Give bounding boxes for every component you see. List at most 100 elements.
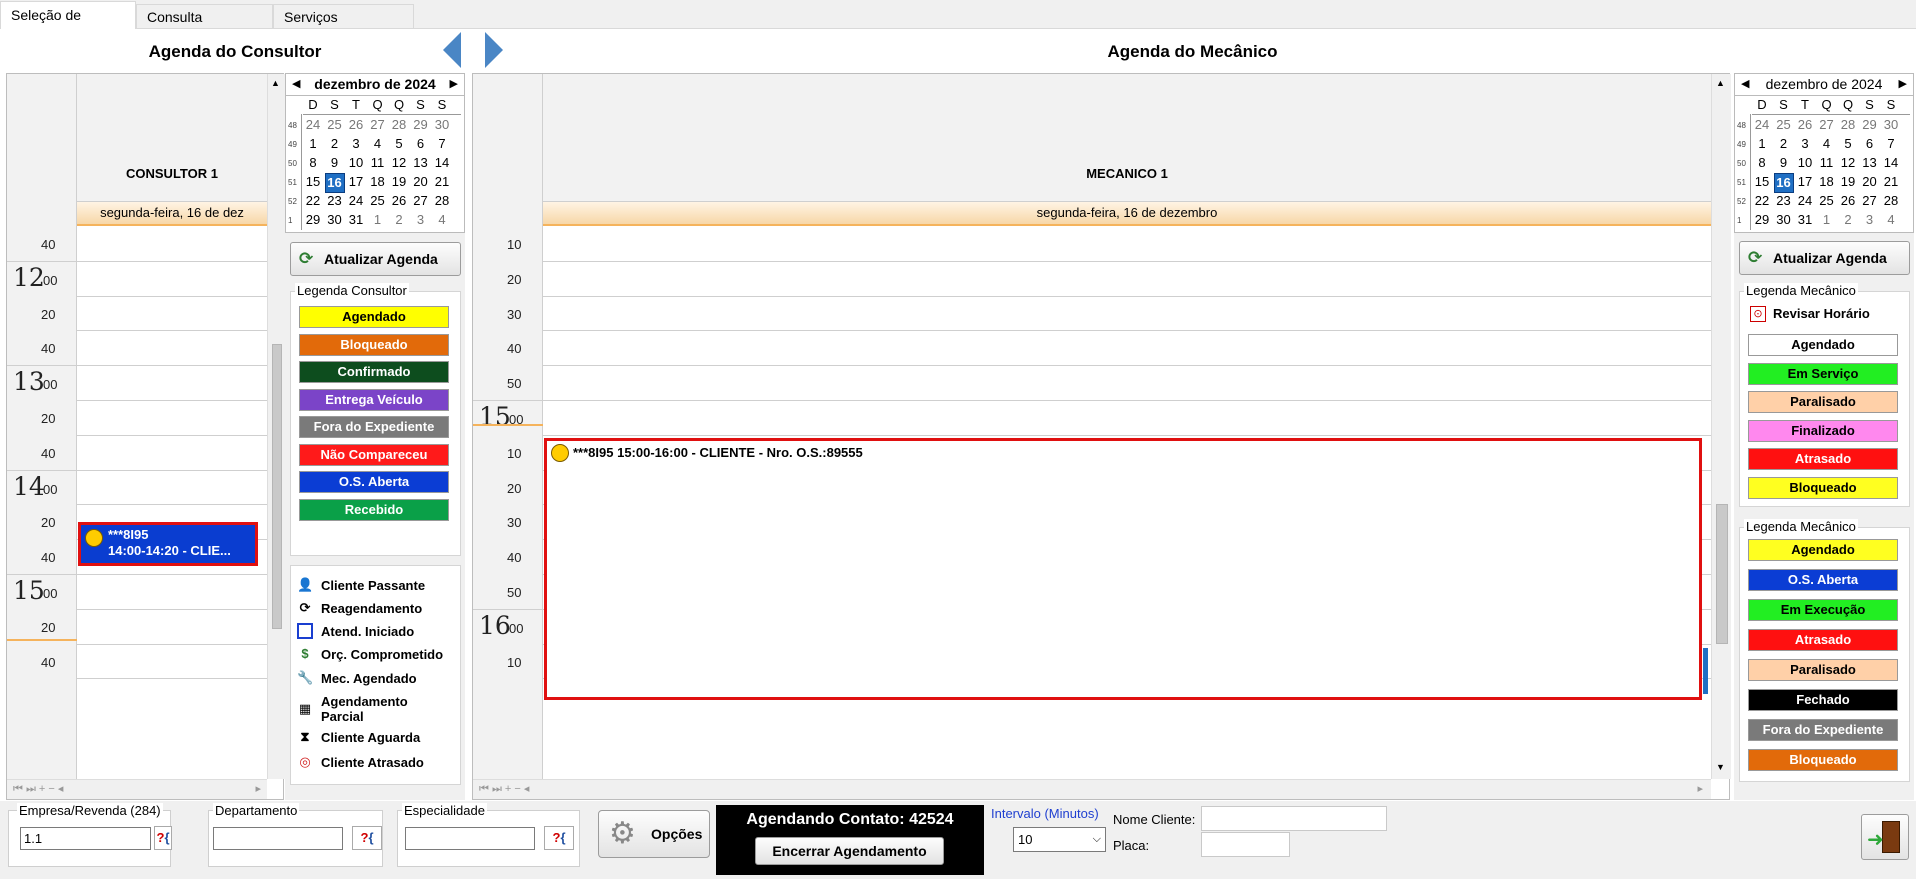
- empresa-input[interactable]: 1.1: [20, 827, 151, 850]
- calendar-day[interactable]: 24: [303, 116, 323, 134]
- calendar-day[interactable]: 30: [1881, 116, 1901, 134]
- calendar-day[interactable]: 11: [368, 154, 388, 172]
- calendar-day[interactable]: 22: [303, 192, 323, 210]
- calendar-day[interactable]: 16: [324, 173, 345, 193]
- calendar-day[interactable]: 26: [346, 116, 366, 134]
- calendar-day[interactable]: 2: [389, 211, 409, 229]
- calendar-day[interactable]: 25: [325, 116, 345, 134]
- calendar-day[interactable]: 4: [368, 135, 388, 153]
- consultor-vscroll[interactable]: ▲: [267, 74, 285, 779]
- calendar-day[interactable]: 18: [1817, 173, 1837, 191]
- departamento-search-button[interactable]: ?{: [352, 826, 382, 850]
- calendar-day[interactable]: 14: [432, 154, 452, 172]
- calendar-day[interactable]: 18: [368, 173, 388, 191]
- especialidade-input[interactable]: [405, 827, 535, 850]
- scroll-down-icon[interactable]: ▼: [1716, 762, 1725, 772]
- calendar-day[interactable]: 19: [1838, 173, 1858, 191]
- calendar-day[interactable]: 13: [1860, 154, 1880, 172]
- calendar-day[interactable]: 4: [432, 211, 452, 229]
- calendar-day[interactable]: 20: [411, 173, 431, 191]
- calendar-day[interactable]: 28: [389, 116, 409, 134]
- calendar-month-label[interactable]: dezembro de 2024: [1766, 76, 1883, 92]
- calendar-day[interactable]: 2: [325, 135, 345, 153]
- consultor-hscroll[interactable]: ⏮ ⏭ + − ◂ ▸: [7, 779, 267, 799]
- nav-left-arrow-icon[interactable]: [443, 32, 461, 68]
- calendar-day[interactable]: 1: [303, 135, 323, 153]
- calendar-day[interactable]: 17: [346, 173, 366, 191]
- calendar-day[interactable]: 1: [368, 211, 388, 229]
- intervalo-select[interactable]: 10 ⌵: [1013, 827, 1106, 852]
- mecanico-appointment[interactable]: ***8I95 15:00-16:00 - CLIENTE - Nro. O.S…: [544, 438, 1702, 700]
- calendar-day[interactable]: 5: [1838, 135, 1858, 153]
- calendar-day[interactable]: 21: [432, 173, 452, 191]
- calendar-day[interactable]: 29: [1752, 211, 1772, 229]
- scroll-thumb[interactable]: [272, 344, 282, 629]
- calendar-day[interactable]: 19: [389, 173, 409, 191]
- calendar-day[interactable]: 8: [1752, 154, 1772, 172]
- calendar-day[interactable]: 29: [303, 211, 323, 229]
- calendar-day[interactable]: 23: [325, 192, 345, 210]
- calendar-day[interactable]: 6: [1860, 135, 1880, 153]
- calendar-day[interactable]: 24: [346, 192, 366, 210]
- nome-cliente-input[interactable]: [1201, 806, 1387, 831]
- calendar-month-label[interactable]: dezembro de 2024: [314, 76, 435, 92]
- mecanico-update-button[interactable]: ⟳ Atualizar Agenda: [1739, 241, 1910, 275]
- mecanico-calendar[interactable]: ◀ dezembro de 2024 ▶ D S T Q Q S S 48 24 25 26 27 28 29 3…: [1734, 73, 1914, 233]
- calendar-day[interactable]: 4: [1881, 211, 1901, 229]
- empresa-search-button[interactable]: ?{: [154, 826, 172, 850]
- consultor-grid[interactable]: [77, 226, 267, 779]
- calendar-day[interactable]: 17: [1795, 173, 1815, 191]
- calendar-day[interactable]: 15: [303, 173, 323, 191]
- calendar-day[interactable]: 12: [1838, 154, 1858, 172]
- calendar-day[interactable]: 24: [1752, 116, 1772, 134]
- calendar-day[interactable]: 27: [1860, 192, 1880, 210]
- calendar-day[interactable]: 3: [346, 135, 366, 153]
- calendar-day[interactable]: 8: [303, 154, 323, 172]
- calendar-day[interactable]: 27: [368, 116, 388, 134]
- consultor-update-button[interactable]: ⟳ Atualizar Agenda: [290, 242, 461, 276]
- calendar-day[interactable]: 27: [411, 192, 431, 210]
- calendar-day[interactable]: 15: [1752, 173, 1772, 191]
- exit-button[interactable]: ➜: [1861, 814, 1909, 860]
- calendar-day[interactable]: 4: [1817, 135, 1837, 153]
- especialidade-search-button[interactable]: ?{: [544, 826, 574, 850]
- calendar-day[interactable]: 30: [325, 211, 345, 229]
- scroll-thumb[interactable]: [1716, 504, 1728, 644]
- calendar-day[interactable]: 11: [1817, 154, 1837, 172]
- calendar-day[interactable]: 26: [1838, 192, 1858, 210]
- calendar-day[interactable]: 7: [1881, 135, 1901, 153]
- calendar-day[interactable]: 24: [1795, 192, 1815, 210]
- prev-month-icon[interactable]: ◀: [1741, 74, 1749, 94]
- calendar-day[interactable]: 23: [1774, 192, 1794, 210]
- prev-month-icon[interactable]: ◀: [292, 74, 300, 94]
- consultor-calendar[interactable]: ◀ dezembro de 2024 ▶ D S T Q Q S S 48 24 25 26 27 28 29 3…: [285, 73, 465, 233]
- calendar-day[interactable]: 13: [411, 154, 431, 172]
- calendar-day[interactable]: 28: [1881, 192, 1901, 210]
- next-month-icon[interactable]: ▶: [450, 74, 458, 94]
- calendar-day[interactable]: 9: [1774, 154, 1794, 172]
- calendar-day[interactable]: 3: [1795, 135, 1815, 153]
- calendar-day[interactable]: 30: [1774, 211, 1794, 229]
- calendar-day[interactable]: 1: [1752, 135, 1772, 153]
- mecanico-vscroll[interactable]: ▲ ▼: [1711, 74, 1731, 779]
- calendar-day[interactable]: 7: [432, 135, 452, 153]
- calendar-day[interactable]: 3: [411, 211, 431, 229]
- calendar-day[interactable]: 5: [389, 135, 409, 153]
- calendar-day[interactable]: 12: [389, 154, 409, 172]
- calendar-day[interactable]: 25: [1817, 192, 1837, 210]
- calendar-day[interactable]: 26: [1795, 116, 1815, 134]
- calendar-day[interactable]: 9: [325, 154, 345, 172]
- mecanico-hscroll[interactable]: ⏮ ⏭ + − ◂ ▸: [473, 779, 1711, 799]
- scroll-up-icon[interactable]: ▲: [1716, 78, 1725, 88]
- calendar-day[interactable]: 28: [432, 192, 452, 210]
- calendar-day[interactable]: 1: [1817, 211, 1837, 229]
- calendar-day[interactable]: 31: [346, 211, 366, 229]
- calendar-day[interactable]: 6: [411, 135, 431, 153]
- calendar-day[interactable]: 3: [1860, 211, 1880, 229]
- encerrar-agendamento-button[interactable]: Encerrar Agendamento: [755, 837, 944, 865]
- calendar-day[interactable]: 16: [1773, 173, 1794, 193]
- calendar-day[interactable]: 25: [1774, 116, 1794, 134]
- calendar-day[interactable]: 22: [1752, 192, 1772, 210]
- calendar-day[interactable]: 27: [1817, 116, 1837, 134]
- calendar-day[interactable]: 30: [432, 116, 452, 134]
